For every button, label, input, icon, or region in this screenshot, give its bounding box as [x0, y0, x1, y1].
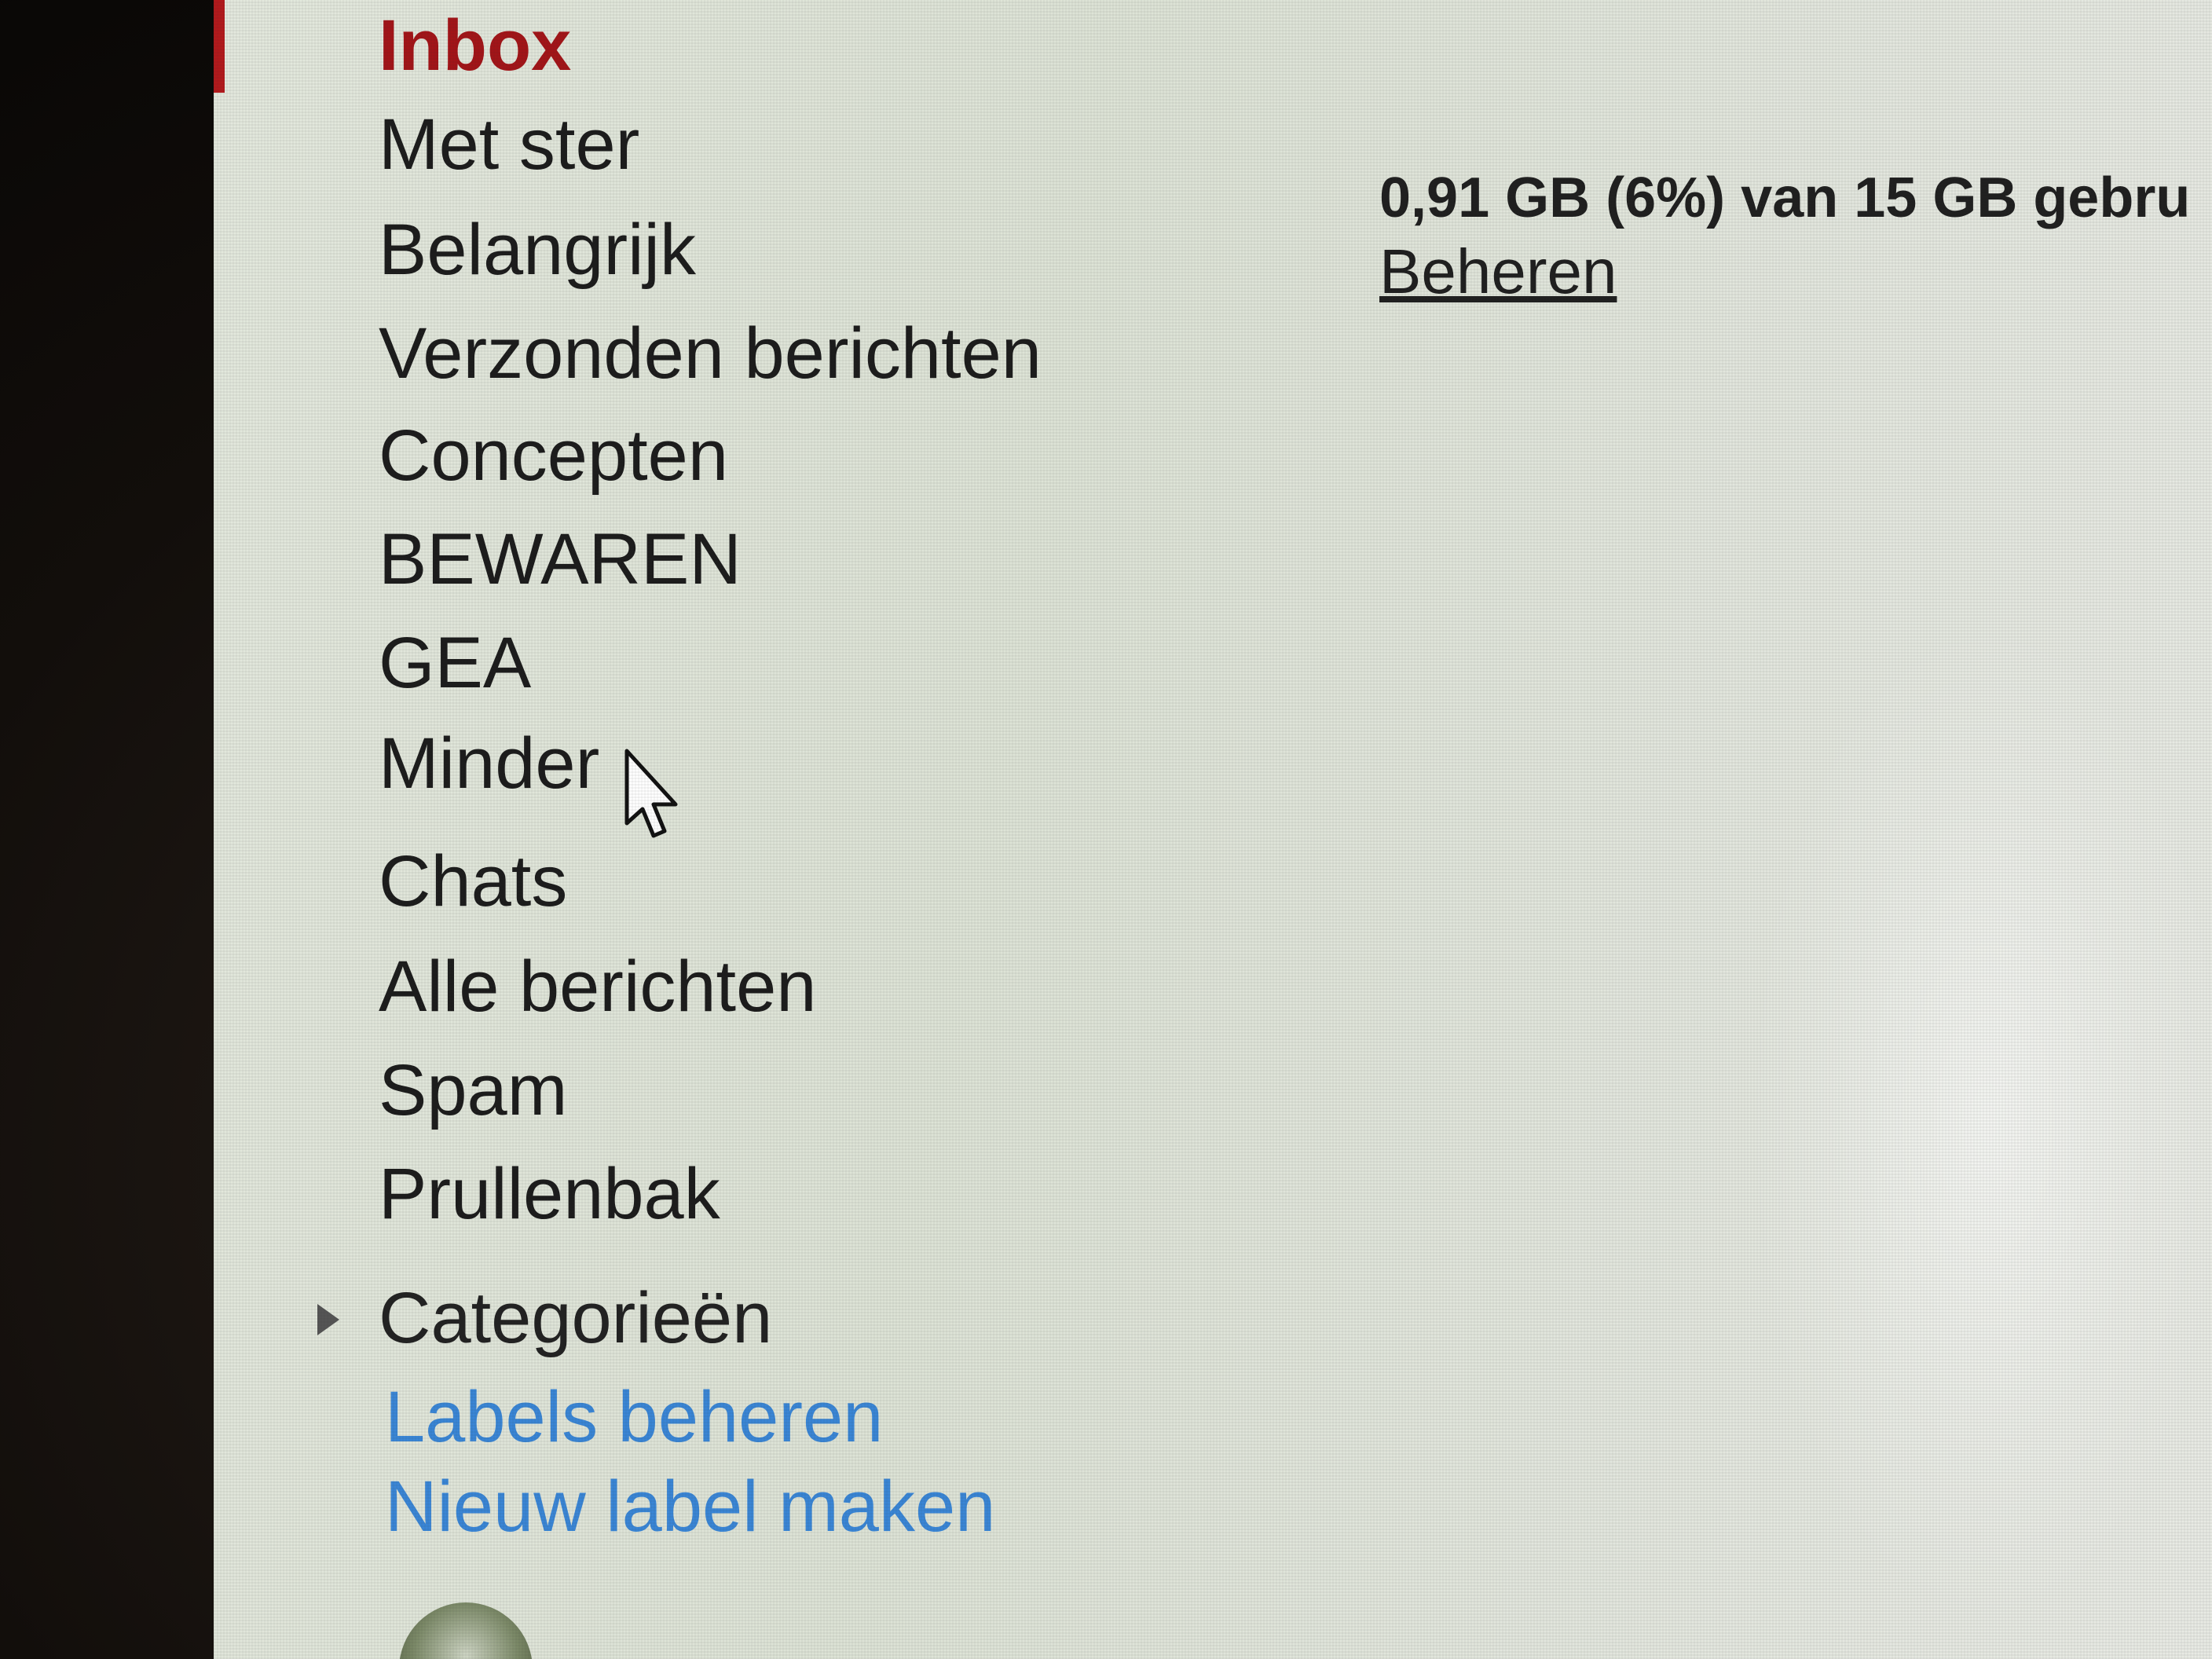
sidebar-item-spam[interactable]: Spam [379, 1054, 567, 1126]
sidebar-item-sent[interactable]: Verzonden berichten [379, 317, 1042, 390]
sidebar-item-bewaren[interactable]: BEWAREN [379, 523, 742, 595]
sidebar-item-less[interactable]: Minder [379, 727, 599, 800]
storage-usage: 0,91 GB (6%) van 15 GB gebru [1379, 167, 2191, 229]
sidebar-item-important[interactable]: Belangrijk [379, 214, 696, 286]
sidebar-item-inbox[interactable]: Inbox [379, 9, 571, 82]
mouse-pointer-icon [624, 749, 678, 838]
sidebar-categories[interactable]: Categorieën [317, 1282, 772, 1354]
sidebar-item-chats[interactable]: Chats [379, 845, 567, 917]
sidebar-item-all-mail[interactable]: Alle berichten [379, 950, 816, 1023]
active-item-indicator [214, 0, 225, 93]
sidebar-item-gea[interactable]: GEA [379, 627, 531, 699]
screen-glare [1745, 613, 2212, 1634]
sidebar-item-starred[interactable]: Met ster [379, 108, 639, 181]
avatar[interactable] [399, 1602, 533, 1659]
sidebar-item-drafts[interactable]: Concepten [379, 419, 728, 492]
screen: Inbox Met ster Belangrijk Verzonden beri… [214, 0, 2212, 1659]
categories-label: Categorieën [379, 1278, 773, 1358]
storage-manage-link[interactable]: Beheren [1379, 240, 1617, 303]
create-label-link[interactable]: Nieuw label maken [385, 1470, 995, 1543]
expand-arrow-icon[interactable] [317, 1304, 339, 1335]
sidebar-item-trash[interactable]: Prullenbak [379, 1158, 720, 1230]
manage-labels-link[interactable]: Labels beheren [385, 1381, 883, 1453]
